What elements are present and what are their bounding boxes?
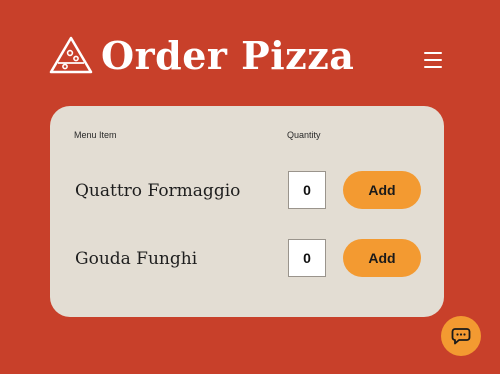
quantity-input[interactable] (288, 239, 326, 277)
column-header-menu-item: Menu Item (74, 130, 117, 140)
quantity-input[interactable] (288, 171, 326, 209)
chat-bubble-icon (451, 328, 471, 345)
add-button[interactable]: Add (343, 239, 421, 277)
add-button[interactable]: Add (343, 171, 421, 209)
menu-item-name: Quattro Formaggio (75, 181, 241, 201)
page-title: Order Pizza (101, 33, 355, 78)
menu-row: Gouda Funghi Add (50, 239, 444, 279)
order-card: Menu Item Quantity Quattro Formaggio Add… (50, 106, 444, 317)
chat-button[interactable] (441, 316, 481, 356)
menu-item-name: Gouda Funghi (75, 249, 198, 269)
header: Order Pizza (0, 0, 500, 105)
column-header-quantity: Quantity (287, 130, 321, 140)
hamburger-menu-icon[interactable] (424, 52, 442, 68)
pizza-slice-icon (49, 36, 93, 74)
menu-row: Quattro Formaggio Add (50, 171, 444, 211)
